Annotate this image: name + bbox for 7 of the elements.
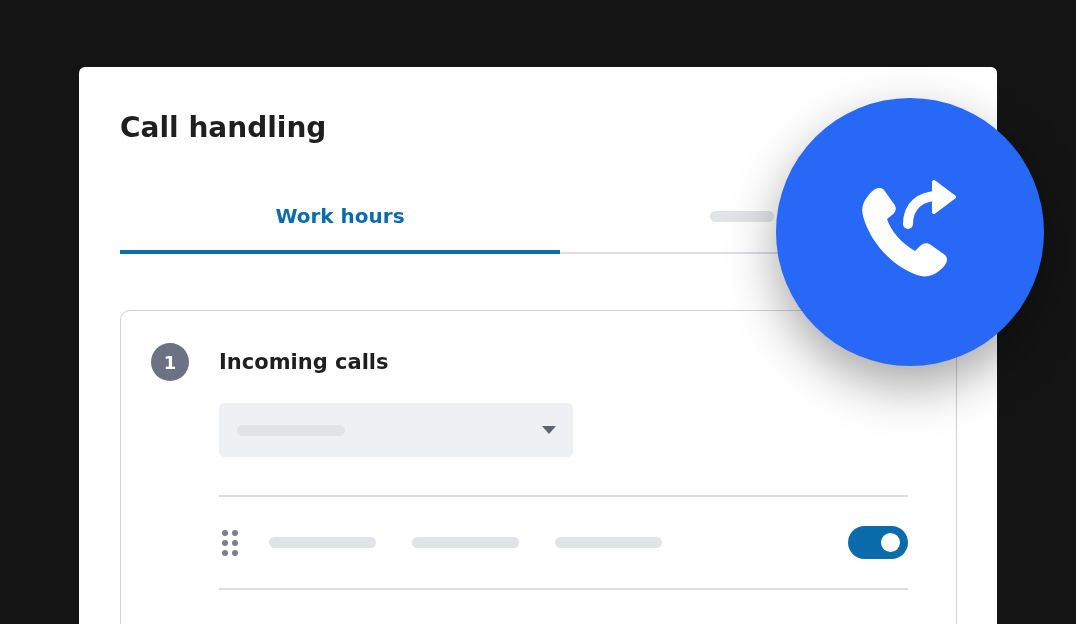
step-title: Incoming calls (219, 350, 389, 374)
drag-handle-icon[interactable] (221, 528, 239, 557)
toggle-switch[interactable] (848, 526, 908, 559)
tab[interactable]: Work hours (120, 182, 560, 254)
caret-icon (542, 426, 556, 434)
step-number: 1 (151, 343, 189, 381)
page-title: Call handling (120, 110, 328, 146)
